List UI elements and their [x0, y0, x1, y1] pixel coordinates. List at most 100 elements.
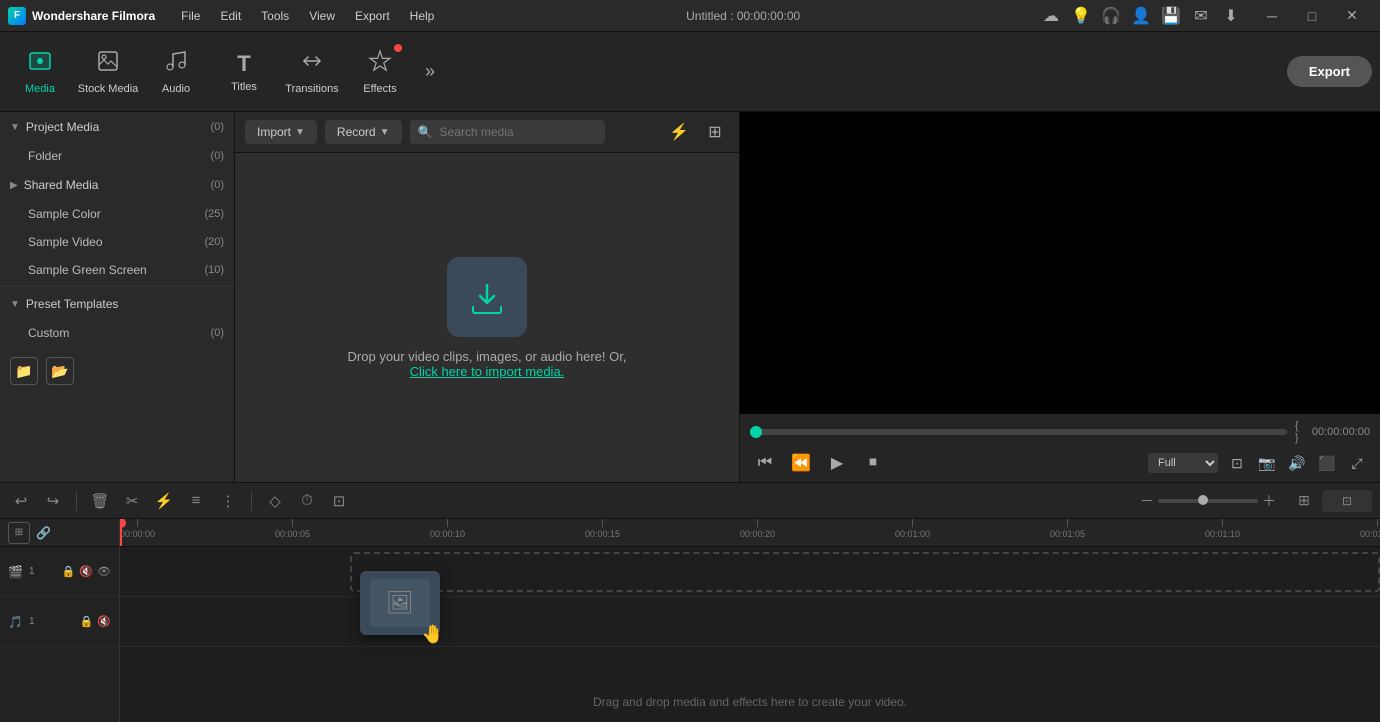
undo-button[interactable]: ↩	[8, 488, 34, 514]
titles-icon: T	[237, 51, 250, 77]
title-icons: ☁ 💡 🎧 👤 💾 ✉ ⬇	[1042, 7, 1240, 25]
menu-edit[interactable]: Edit	[210, 0, 251, 32]
menu-file[interactable]: File	[171, 0, 210, 32]
filter-button[interactable]: ⚡	[665, 118, 693, 146]
add-folder-button[interactable]: 📁	[10, 357, 38, 385]
stop-button[interactable]: ⏹	[858, 450, 888, 476]
crop-button[interactable]: ⊡	[326, 488, 352, 514]
sidebar-item-sample-video[interactable]: Sample Video (20)	[0, 228, 234, 256]
clip-speed-button[interactable]: ⏱	[294, 488, 320, 514]
zoom-out-icon[interactable]: －	[1140, 491, 1154, 511]
eye-icon[interactable]: 👁	[97, 565, 111, 578]
folder-label: Folder	[28, 149, 62, 163]
toolbar-transitions[interactable]: Transitions	[280, 36, 344, 108]
sidebar-divider	[0, 286, 234, 287]
quality-select[interactable]: Full Half Quarter	[1148, 453, 1218, 473]
video-track-icon: 🎬	[8, 565, 23, 579]
audio-detach-button[interactable]: ⋮	[215, 488, 241, 514]
zoom-slider: － ＋	[1140, 491, 1276, 511]
sidebar-section-shared-media[interactable]: ▶ Shared Media (0)	[0, 170, 234, 200]
toolbar-stock-media[interactable]: Stock Media	[76, 36, 140, 108]
minimize-button[interactable]: ─	[1252, 0, 1292, 32]
export-frame-button[interactable]: ⬛	[1314, 450, 1340, 476]
sidebar-item-custom[interactable]: Custom (0)	[0, 319, 234, 347]
zoom-in-icon[interactable]: ＋	[1262, 491, 1276, 511]
fit-preview-button[interactable]: ⊡	[1224, 450, 1250, 476]
cut-button[interactable]: ✂	[119, 488, 145, 514]
keyframe-button[interactable]: ◇	[262, 488, 288, 514]
close-button[interactable]: ✕	[1332, 0, 1372, 32]
playhead[interactable]	[120, 519, 122, 547]
sidebar-bottom-actions: 📁 📂	[0, 347, 234, 395]
zoom-track[interactable]	[1158, 499, 1258, 503]
maximize-button[interactable]: □	[1292, 0, 1332, 32]
sidebar-section-preset-templates[interactable]: ▼ Preset Templates	[0, 289, 234, 319]
tick-line	[1067, 519, 1068, 527]
view-toggle-button[interactable]: ⊞	[701, 118, 729, 146]
sidebar-item-sample-color[interactable]: Sample Color (25)	[0, 200, 234, 228]
menu-export[interactable]: Export	[345, 0, 400, 32]
notification-icon[interactable]: ✉	[1192, 7, 1210, 25]
cloud-icon[interactable]: ☁	[1042, 7, 1060, 25]
ruler-tick-3: 00:00:15	[585, 519, 620, 547]
timeline-ruler[interactable]: 00:00:00 00:00:05 00:00:10 00:00:15	[120, 519, 1380, 547]
record-button[interactable]: Record ▼	[325, 120, 402, 144]
drop-text-main: Drop your video clips, images, or audio …	[348, 349, 627, 364]
audio-lock-icon[interactable]: 🔒	[80, 615, 94, 628]
video-track-placeholder[interactable]	[350, 552, 1380, 592]
slow-back-button[interactable]: ⏪	[786, 450, 816, 476]
app-name: Wondershare Filmora	[32, 9, 155, 23]
drop-text: Drop your video clips, images, or audio …	[348, 349, 627, 379]
search-input[interactable]	[410, 120, 605, 144]
drop-import-link[interactable]: Click here to import media.	[410, 364, 565, 379]
preview-scrubber[interactable]	[750, 429, 1287, 435]
headphone-icon[interactable]: 🎧	[1102, 7, 1120, 25]
sample-green-screen-count: (10)	[204, 264, 224, 276]
redo-button[interactable]: ↪	[40, 488, 66, 514]
import-button[interactable]: Import ▼	[245, 120, 317, 144]
save-icon[interactable]: 💾	[1162, 7, 1180, 25]
avatar-icon[interactable]: 👤	[1132, 7, 1150, 25]
toolbar-more[interactable]: »	[416, 58, 444, 86]
snapshot-button[interactable]: 📷	[1254, 450, 1280, 476]
toolbar-audio[interactable]: Audio	[144, 36, 208, 108]
effects-icon	[368, 49, 392, 79]
timecode-display: 00:00:00:00	[1312, 426, 1370, 438]
lightbulb-icon[interactable]: 💡	[1072, 7, 1090, 25]
mute-icon[interactable]: 🔇	[79, 565, 93, 578]
in-point-marker: { }	[1295, 420, 1304, 444]
toolbar-media[interactable]: Media	[8, 36, 72, 108]
link-toggle[interactable]: ⊞	[8, 522, 30, 544]
export-button[interactable]: Export	[1287, 56, 1372, 87]
add-track-button[interactable]: ⊡	[1322, 490, 1372, 512]
menu-help[interactable]: Help	[400, 0, 445, 32]
toolbar-effects[interactable]: Effects	[348, 36, 412, 108]
menu-tools[interactable]: Tools	[251, 0, 299, 32]
adjust-button[interactable]: ≡	[183, 488, 209, 514]
zoom-thumb	[1198, 495, 1208, 505]
clip-snap-button[interactable]: ⊞	[1290, 487, 1318, 515]
sidebar-item-folder[interactable]: Folder (0)	[0, 142, 234, 170]
lock-icon[interactable]: 🔒	[62, 565, 76, 578]
media-drop-zone[interactable]: Drop your video clips, images, or audio …	[235, 153, 739, 482]
add-subfolder-button[interactable]: 📂	[46, 357, 74, 385]
sidebar-item-sample-green-screen[interactable]: Sample Green Screen (10)	[0, 256, 234, 284]
step-back-button[interactable]: ⏮	[750, 450, 780, 476]
delete-button[interactable]: 🗑	[87, 488, 113, 514]
ruler-tick-5: 00:01:00	[895, 519, 930, 547]
effects-button[interactable]: ⚡	[151, 488, 177, 514]
shared-media-count: (0)	[211, 179, 224, 191]
download-icon[interactable]: ⬇	[1222, 7, 1240, 25]
drag-drop-area[interactable]: Drag and drop media and effects here to …	[120, 682, 1380, 722]
audio-mute-icon[interactable]: 🔇	[97, 615, 111, 628]
menu-view[interactable]: View	[299, 0, 345, 32]
audio-preview-button[interactable]: 🔊	[1284, 450, 1310, 476]
transitions-icon	[300, 49, 324, 79]
toolbar-titles[interactable]: T Titles	[212, 36, 276, 108]
fullscreen-button[interactable]: ⤢	[1344, 450, 1370, 476]
sample-green-screen-label: Sample Green Screen	[28, 263, 147, 277]
play-button[interactable]: ▶	[822, 450, 852, 476]
audio-icon	[164, 49, 188, 79]
chain-icon[interactable]: 🔗	[36, 526, 51, 540]
sidebar-section-project-media[interactable]: ▼ Project Media (0)	[0, 112, 234, 142]
